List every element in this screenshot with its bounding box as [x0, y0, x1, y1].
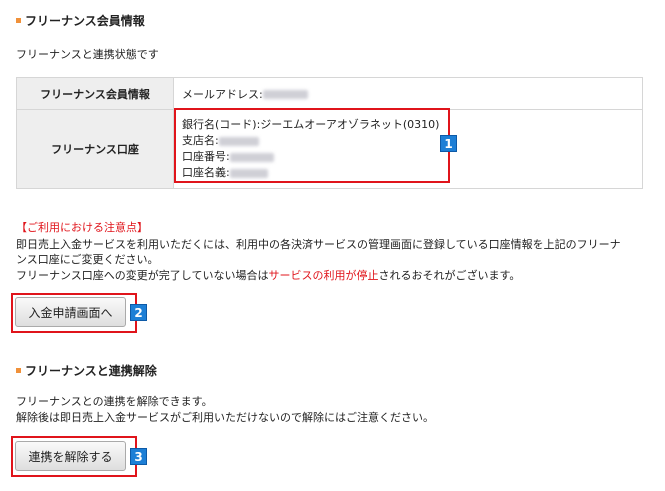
link-status-text: フリーナンスと連携状態です [16, 48, 159, 61]
section-title-member-info: フリーナンス会員情報 [16, 12, 145, 29]
notice-title: 【ご利用における注意点】 [16, 221, 148, 234]
badge-3: 3 [130, 448, 147, 465]
service-stop-warning: サービスの利用が停止 [268, 269, 379, 282]
apply-deposit-button[interactable]: 入金申請画面へ [15, 297, 126, 327]
highlight-box-bank [174, 108, 450, 183]
bullet-square-icon [16, 18, 21, 23]
unlink-text-2: 解除後は即日売上入金サービスがご利用いただけないので解除にはご注意ください。 [16, 411, 434, 424]
row-label: フリーナンス口座 [16, 109, 174, 189]
redacted-email [262, 90, 308, 99]
email-cell: メールアドレス: [173, 77, 643, 110]
badge-1: 1 [440, 135, 457, 152]
section-title-unlink: フリーナンスと連携解除 [16, 362, 157, 379]
badge-2: 2 [130, 304, 147, 321]
unlink-button[interactable]: 連携を解除する [15, 441, 126, 471]
notice-line-2: ンス口座にご変更ください。 [16, 253, 159, 266]
unlink-text-1: フリーナンスとの連携を解除できます。 [16, 395, 213, 408]
notice-line-3: フリーナンス口座への変更が完了していない場合はサービスの利用が停止されるおそれが… [16, 269, 521, 282]
bullet-square-icon [16, 368, 21, 373]
table-row: フリーナンス会員情報 メールアドレス: [16, 77, 643, 110]
row-label: フリーナンス会員情報 [16, 77, 174, 110]
notice-line-1: 即日売上入金サービスを利用いただくには、利用中の各決済サービスの管理画面に登録し… [16, 238, 621, 251]
